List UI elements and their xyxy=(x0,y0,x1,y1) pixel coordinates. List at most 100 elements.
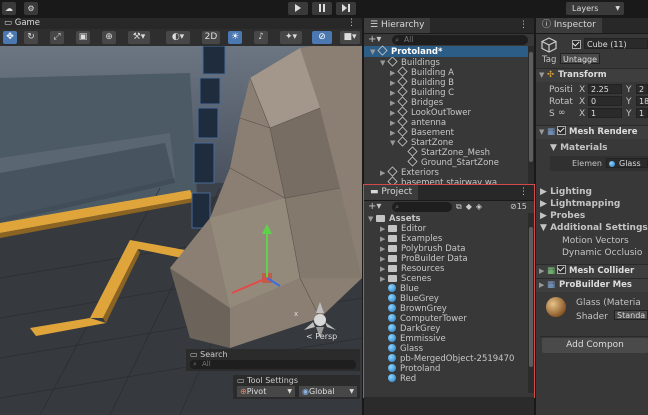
shader-dropdown[interactable]: Standa xyxy=(614,310,648,320)
camera-icon[interactable]: ■▾ xyxy=(340,31,360,44)
move-tool-icon[interactable]: ✥ xyxy=(3,31,17,44)
hierarchy-item[interactable]: ▶ Building A xyxy=(390,66,454,78)
expand-arrow-icon[interactable]: ▶ xyxy=(380,224,388,234)
scene-view[interactable]: ✥ ↻ ⤢ ▣ ⊕ ⚒▾ ◐▾ 2D ☀ ♪ ✦▾ ⊘ ■▾ ▭ Game ⋮ … xyxy=(0,18,362,415)
play-button[interactable] xyxy=(288,2,308,15)
additional-settings-foldout[interactable]: ▼ Additional Settings xyxy=(540,223,648,233)
global-dropdown[interactable]: ◉Global ▼ xyxy=(299,386,357,397)
rotation-y-field[interactable]: 18 xyxy=(636,96,648,106)
lighting-toggle-icon[interactable]: ☀ xyxy=(228,31,242,44)
scale-tool-icon[interactable]: ⤢ xyxy=(50,31,64,44)
tab-game[interactable]: ▭ Game xyxy=(0,18,44,29)
create-asset-button[interactable]: +▾ xyxy=(368,201,381,212)
rotate-tool-icon[interactable]: ↻ xyxy=(24,31,38,44)
mesh-collider-header[interactable]: ▶ ▦ Mesh Collider xyxy=(536,264,648,278)
transform-tool-icon[interactable]: ⊕ xyxy=(102,31,116,44)
pivot-dropdown[interactable]: ⊕Pivot ▼ xyxy=(237,386,295,397)
project-folder-item[interactable]: ▶ Resources xyxy=(380,264,444,274)
hierarchy-search-input[interactable]: ⌕ All xyxy=(392,35,528,45)
hierarchy-item[interactable]: Ground_StartZone xyxy=(400,156,499,168)
hierarchy-item[interactable]: basement stairway wa xyxy=(380,176,497,185)
step-button[interactable] xyxy=(336,2,356,15)
expand-arrow-icon[interactable]: ▶ xyxy=(380,254,388,264)
project-scroll-thumb[interactable] xyxy=(529,227,533,367)
cloud-icon[interactable]: ☁ xyxy=(2,2,16,15)
tab-inspector[interactable]: ⓘ Inspector xyxy=(536,18,602,33)
hidden-packages-count[interactable]: ⊘15 xyxy=(510,202,527,211)
more-options-icon[interactable]: ⋮ xyxy=(519,187,528,197)
project-material-item[interactable]: pb-MergedObject-2519470 xyxy=(380,354,514,364)
settings-icon[interactable]: ⚙ xyxy=(24,2,38,15)
more-options-icon[interactable]: ⋮ xyxy=(519,20,528,30)
hierarchy-item[interactable]: ▶ antenna xyxy=(390,116,446,128)
2d-toggle[interactable]: 2D xyxy=(202,31,220,44)
project-material-item[interactable]: Protoland xyxy=(380,364,440,374)
tab-project[interactable]: ▬ Project xyxy=(364,185,419,200)
hierarchy-item[interactable]: ▶ Building B xyxy=(390,76,454,88)
material-preview-sphere[interactable] xyxy=(546,297,566,317)
project-material-item[interactable]: Red xyxy=(380,374,416,384)
hierarchy-item[interactable]: StartZone_Mesh xyxy=(400,146,490,158)
tab-hierarchy[interactable]: ☰ Hierarchy xyxy=(364,18,431,33)
tag-dropdown[interactable]: Untagge xyxy=(560,53,600,64)
project-material-item[interactable]: DarkGrey xyxy=(380,324,440,334)
custom-tool-icon[interactable]: ⚒▾ xyxy=(128,31,150,44)
project-scrollbar[interactable] xyxy=(528,213,534,393)
hierarchy-item[interactable]: ▶ Basement xyxy=(390,126,454,138)
object-active-checkbox[interactable] xyxy=(572,40,581,49)
project-material-item[interactable]: Emmissive xyxy=(380,334,446,344)
add-object-button[interactable]: +▾ xyxy=(368,34,381,45)
filter-type-icon[interactable]: ⧉ xyxy=(456,202,466,211)
hierarchy-item[interactable]: ▶ Bridges xyxy=(390,96,443,108)
audio-toggle-icon[interactable]: ♪ xyxy=(254,31,268,44)
hierarchy-item[interactable]: ▼ Buildings xyxy=(380,57,440,68)
more-options-icon[interactable]: ⋮ xyxy=(347,18,356,29)
materials-foldout[interactable]: ▼ Materials xyxy=(550,143,608,153)
persp-label[interactable]: < Persp xyxy=(306,332,337,341)
hierarchy-scene-row[interactable]: ▼ Protoland* xyxy=(364,45,528,57)
rect-tool-icon[interactable]: ▣ xyxy=(76,31,90,44)
lightmapping-foldout[interactable]: ▶ Lightmapping xyxy=(540,199,620,209)
scale-x-field[interactable]: 1 xyxy=(588,108,622,118)
effects-toggle-icon[interactable]: ✦▾ xyxy=(280,31,302,44)
expand-arrow-icon[interactable]: ▶ xyxy=(380,274,388,284)
position-y-field[interactable]: 2 xyxy=(636,84,648,94)
hierarchy-item[interactable]: ▼ StartZone xyxy=(390,136,453,148)
probes-foldout[interactable]: ▶ Probes xyxy=(540,211,585,221)
assets-root[interactable]: ▼ Assets xyxy=(368,214,421,224)
transform-header[interactable]: ▼ ✣ Transform xyxy=(536,68,648,82)
expand-arrow-icon[interactable]: ▶ xyxy=(380,234,388,244)
expand-arrow-icon[interactable]: ▼ xyxy=(380,58,388,68)
expand-arrow-icon[interactable]: ▼ xyxy=(390,138,398,148)
hierarchy-item[interactable]: ▶ Exteriors xyxy=(380,166,439,178)
expand-arrow-icon[interactable]: ▶ xyxy=(380,264,388,274)
element-material-field[interactable]: Glass xyxy=(606,158,648,168)
scale-link-icon[interactable]: ∞ xyxy=(558,108,566,118)
layers-dropdown[interactable]: Layers ▼ xyxy=(566,2,624,15)
mesh-renderer-header[interactable]: ▼ ▦ Mesh Rendere xyxy=(536,125,648,139)
pause-button[interactable] xyxy=(312,2,332,15)
hierarchy-scroll-thumb[interactable] xyxy=(529,52,533,162)
scale-y-field[interactable]: 1 xyxy=(636,108,648,118)
project-material-item[interactable]: Blue xyxy=(380,284,419,294)
project-folder-item[interactable]: ▶ Editor xyxy=(380,224,426,234)
scene-search-input[interactable]: ⌕ All xyxy=(190,360,356,369)
project-folder-item[interactable]: ▶ Scenes xyxy=(380,274,431,284)
mesh-collider-checkbox[interactable] xyxy=(557,265,567,274)
project-material-item[interactable]: Glass xyxy=(380,344,423,354)
mesh-renderer-checkbox[interactable] xyxy=(557,126,567,135)
project-folder-item[interactable]: ▶ Polybrush Data xyxy=(380,244,466,254)
project-search-input[interactable]: ⌕ xyxy=(392,202,452,212)
add-component-button[interactable]: Add Compon xyxy=(542,338,648,353)
expand-arrow-icon[interactable]: ▶ xyxy=(380,244,388,254)
probuilder-header[interactable]: ▶ ▦ ProBuilder Mes xyxy=(536,278,648,292)
hierarchy-scrollbar[interactable] xyxy=(528,46,534,185)
project-folder-item[interactable]: ▶ ProBuilder Data xyxy=(380,254,468,264)
filter-label-icon[interactable]: ◆ xyxy=(466,202,476,211)
project-folder-item[interactable]: ▶ Examples xyxy=(380,234,442,244)
rotation-x-field[interactable]: 0 xyxy=(588,96,622,106)
project-material-item[interactable]: BlueGrey xyxy=(380,294,439,304)
hierarchy-item[interactable]: ▶ Building C xyxy=(390,86,454,98)
tag-icon[interactable]: ◈ xyxy=(476,202,486,211)
lighting-foldout[interactable]: ▶ Lighting xyxy=(540,187,592,197)
